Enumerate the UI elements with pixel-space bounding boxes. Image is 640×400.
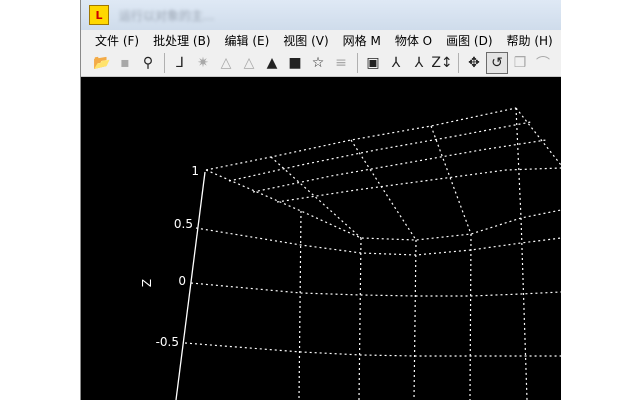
grid-line (520, 217, 528, 400)
grid-line (515, 107, 561, 166)
z-tick-label: -0.5 (156, 335, 179, 349)
z-tick-label: 0.5 (174, 217, 193, 231)
grid-line (190, 282, 561, 297)
grid-line (413, 239, 417, 400)
surface-plot: 1 0.5 0 -0.5 Z (140, 107, 561, 400)
grid-line (350, 139, 417, 241)
grid-line (430, 125, 472, 235)
grid-line (358, 237, 362, 400)
grid-line (184, 342, 561, 357)
z-axis-label: Z (140, 279, 154, 287)
app-window: L 运行以对象的主... 文件 (F) 批处理 (B) 编辑 (E) 视图 (V… (80, 0, 561, 400)
grid-line (298, 210, 302, 400)
plot-viewport[interactable]: 1 0.5 0 -0.5 Z (81, 78, 561, 400)
grid-line (469, 233, 472, 400)
grid-line (205, 107, 517, 171)
grid-line (252, 139, 547, 193)
grid-line (205, 169, 561, 241)
surface-grid (184, 107, 561, 400)
z-tick-label: 0 (178, 274, 186, 288)
grid-line (195, 227, 561, 256)
z-tick-label: 1 (191, 164, 199, 178)
